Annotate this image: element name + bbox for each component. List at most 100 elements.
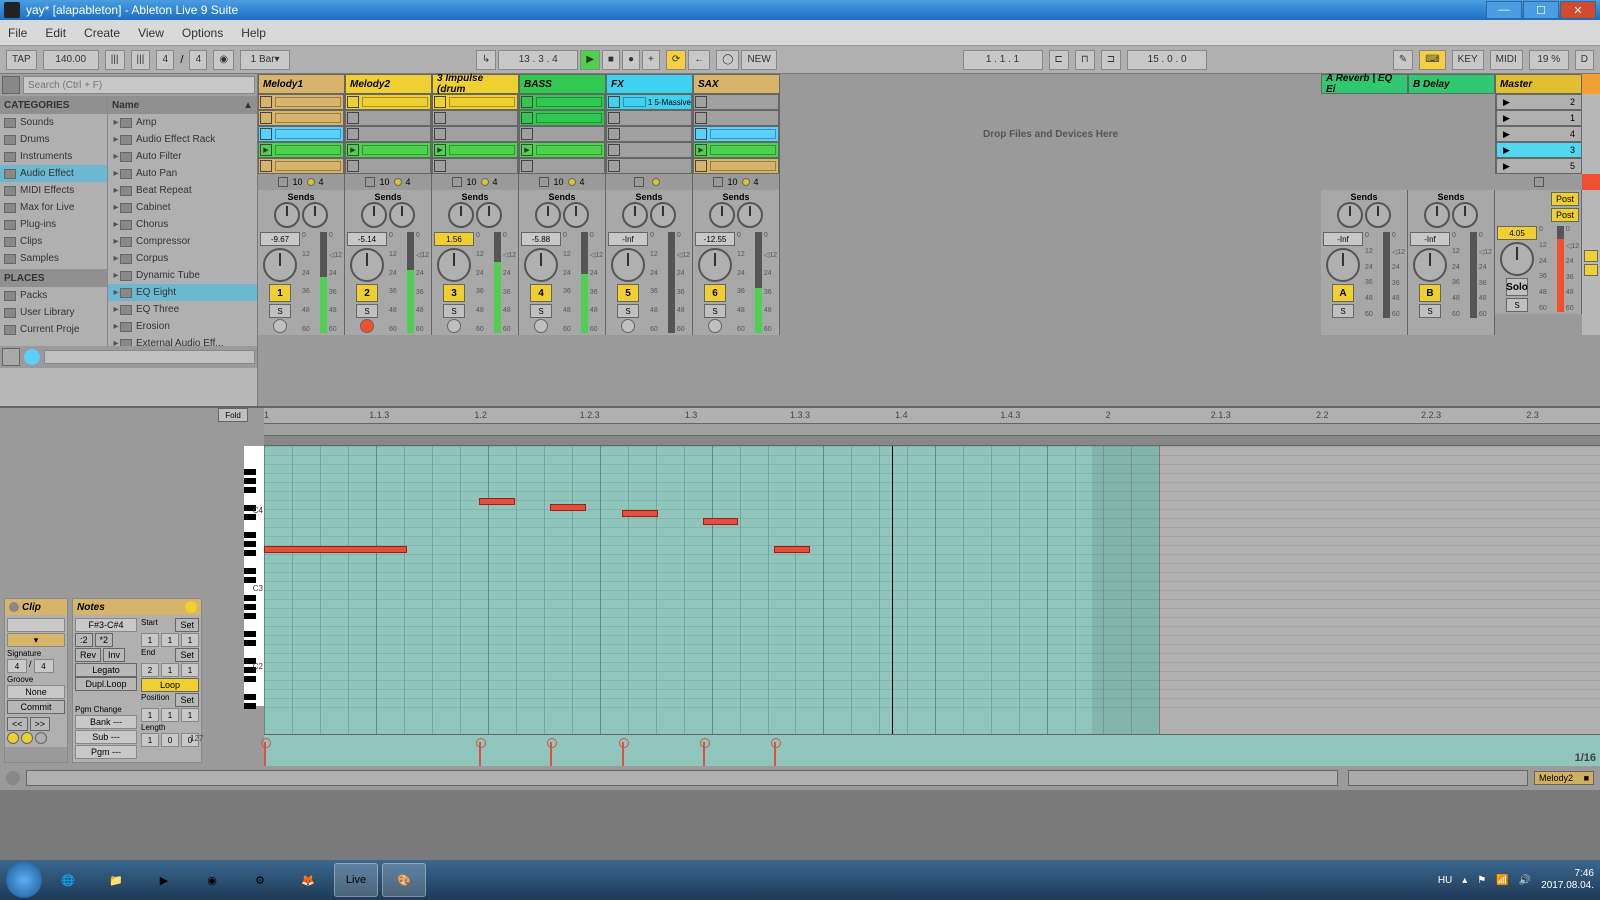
pan-knob[interactable]: [1326, 248, 1360, 282]
track-activator[interactable]: 1: [269, 284, 291, 302]
beat-ruler[interactable]: 11.1.31.21.2.31.31.3.31.41.4.322.1.32.22…: [264, 408, 1600, 424]
send-a-knob[interactable]: [1424, 202, 1450, 228]
volume-value[interactable]: 1.56: [434, 232, 474, 246]
category-item[interactable]: Drums: [0, 131, 107, 148]
solo-button[interactable]: S: [1506, 298, 1528, 312]
sig-numerator[interactable]: 4: [156, 50, 174, 70]
automation-arm-button[interactable]: ⟳: [666, 50, 686, 70]
device-item[interactable]: ▸Beat Repeat: [108, 182, 257, 199]
nudge-down-button[interactable]: |||: [105, 50, 125, 70]
end-beat[interactable]: 1: [161, 663, 179, 677]
punch-out-button[interactable]: ⊐: [1101, 50, 1121, 70]
category-item[interactable]: Instruments: [0, 148, 107, 165]
pan-knob[interactable]: [1413, 248, 1447, 282]
master-header[interactable]: Master: [1495, 74, 1582, 94]
velocity-marker[interactable]: [479, 742, 481, 766]
volume-value[interactable]: 4.05: [1497, 226, 1537, 240]
draw-mode-button[interactable]: ✎: [1393, 50, 1413, 70]
category-item[interactable]: Sounds: [0, 114, 107, 131]
return-header[interactable]: B Delay: [1408, 74, 1495, 94]
status-play-icon[interactable]: [6, 771, 20, 785]
double-time-button[interactable]: *2: [95, 633, 114, 647]
track-activator[interactable]: 4: [530, 284, 552, 302]
velocity-lane[interactable]: [264, 734, 1600, 766]
midi-note[interactable]: [622, 510, 658, 517]
pos-16th[interactable]: 1: [181, 708, 199, 722]
clip-slot[interactable]: [519, 94, 605, 110]
explorer-icon[interactable]: 📁: [94, 863, 138, 897]
track-header[interactable]: Melody1: [258, 74, 345, 94]
tray-volume-icon[interactable]: 🔊: [1519, 875, 1531, 886]
pan-knob[interactable]: [698, 248, 732, 282]
tap-tempo-button[interactable]: TAP: [6, 50, 37, 70]
drop-area[interactable]: Drop Files and Devices Here: [780, 94, 1321, 174]
midi-note[interactable]: [703, 518, 739, 525]
send-b-knob[interactable]: [476, 202, 502, 228]
language-indicator[interactable]: HU: [1438, 875, 1452, 886]
clip-color-field[interactable]: ▾: [7, 633, 65, 647]
clip-slot[interactable]: [693, 94, 779, 110]
pos-beat[interactable]: 1: [161, 708, 179, 722]
device-item[interactable]: ▸Erosion: [108, 318, 257, 335]
quantize-menu[interactable]: 1 Bar ▾: [240, 50, 290, 70]
selected-clip-label[interactable]: Melody2■: [1534, 771, 1594, 785]
half-time-button[interactable]: :2: [75, 633, 93, 647]
arm-button[interactable]: [447, 319, 461, 333]
commit-button[interactable]: Commit: [7, 700, 65, 714]
volume-value[interactable]: -9.67: [260, 232, 300, 246]
menu-edit[interactable]: Edit: [45, 26, 66, 40]
send-a-knob[interactable]: [535, 202, 561, 228]
start-bar[interactable]: 1: [141, 633, 159, 647]
device-item[interactable]: ▸Audio Effect Rack: [108, 131, 257, 148]
clip-slot[interactable]: [432, 158, 518, 174]
tray-network-icon[interactable]: 📶: [1496, 875, 1508, 886]
set-position-button[interactable]: Set: [175, 693, 199, 707]
clip-slot[interactable]: [606, 158, 692, 174]
stop-clips-indicator[interactable]: [1582, 174, 1600, 190]
clip-slot[interactable]: [258, 94, 344, 110]
note-grid[interactable]: [264, 446, 1600, 734]
menu-file[interactable]: File: [8, 26, 27, 40]
dupl-loop-button[interactable]: Dupl.Loop: [75, 677, 137, 691]
clip-slot[interactable]: [606, 126, 692, 142]
midi-note[interactable]: [550, 504, 586, 511]
clip-slot[interactable]: [606, 142, 692, 158]
clip-slot[interactable]: [693, 126, 779, 142]
clip-overview[interactable]: [1348, 770, 1528, 786]
track-activator[interactable]: A: [1332, 284, 1354, 302]
nudge-up-button[interactable]: |||: [131, 50, 151, 70]
velocity-marker[interactable]: [622, 742, 624, 766]
maximize-button[interactable]: ☐: [1523, 1, 1559, 19]
loop-button[interactable]: ⊓: [1075, 50, 1095, 70]
chrome-icon[interactable]: ◉: [190, 863, 234, 897]
loop-length[interactable]: 15 . 0 . 0: [1127, 50, 1207, 70]
pos-bar[interactable]: 1: [141, 708, 159, 722]
menu-view[interactable]: View: [138, 26, 164, 40]
reverse-button[interactable]: Rev: [75, 648, 101, 662]
len-beat[interactable]: 0: [161, 733, 179, 747]
paint-icon[interactable]: 🎨: [382, 863, 426, 897]
clip-slot[interactable]: [258, 158, 344, 174]
send-b-knob[interactable]: [302, 202, 328, 228]
clip-slot[interactable]: [258, 142, 344, 158]
clip-sig-num[interactable]: 4: [7, 659, 27, 673]
clip-slot[interactable]: [432, 126, 518, 142]
metronome-button[interactable]: ◉: [213, 50, 234, 70]
note-range-field[interactable]: F#3-C#4: [75, 618, 137, 632]
bank-field[interactable]: Bank ---: [75, 715, 137, 729]
scene-slot[interactable]: ▶5: [1496, 158, 1582, 174]
clip-activator-icon[interactable]: [9, 602, 19, 612]
follow-button[interactable]: ↳: [476, 50, 496, 70]
clip-slot[interactable]: [345, 126, 431, 142]
record-button[interactable]: ●: [622, 50, 640, 70]
track-activator[interactable]: 2: [356, 284, 378, 302]
set-start-button[interactable]: Set: [175, 618, 199, 632]
volume-value[interactable]: -12.55: [695, 232, 735, 246]
velocity-marker[interactable]: [703, 742, 705, 766]
velocity-marker[interactable]: [264, 742, 266, 766]
track-header[interactable]: BASS: [519, 74, 606, 94]
legato-button[interactable]: Legato: [75, 663, 137, 677]
firefox-icon[interactable]: 🦊: [286, 863, 330, 897]
send-b-knob[interactable]: [563, 202, 589, 228]
overdub-button[interactable]: +: [642, 50, 660, 70]
